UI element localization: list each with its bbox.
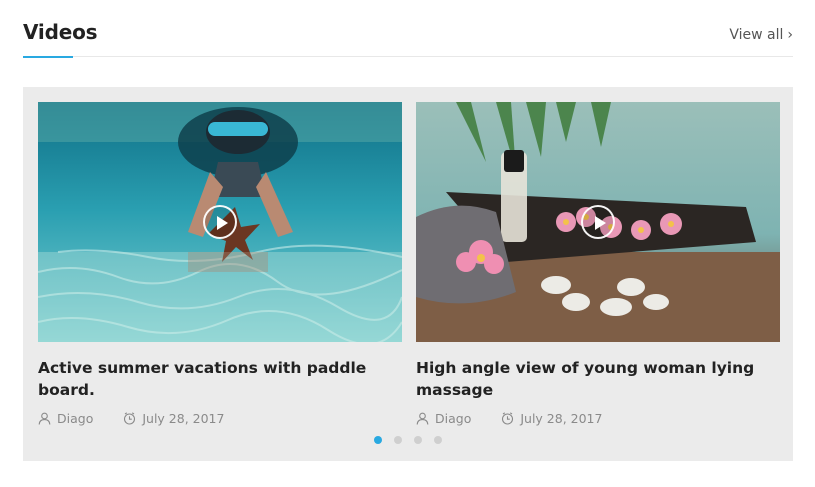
author-name[interactable]: Diago (435, 411, 471, 426)
section-header: Videos View all › (23, 18, 793, 58)
user-icon (38, 412, 51, 425)
header-divider (23, 56, 793, 57)
clock-icon (502, 412, 514, 425)
play-button[interactable] (581, 205, 615, 239)
view-all-label: View all (729, 27, 784, 43)
author-meta: Diago (416, 411, 471, 426)
carousel-dot[interactable] (414, 436, 422, 444)
view-all-link[interactable]: View all › (729, 27, 793, 43)
publish-date: July 28, 2017 (142, 411, 225, 426)
video-card: Active summer vacations with paddle boar… (38, 102, 402, 426)
carousel-pagination (23, 436, 793, 444)
publish-date: July 28, 2017 (520, 411, 603, 426)
video-title[interactable]: High angle view of young woman lying mas… (416, 357, 780, 401)
play-button[interactable] (203, 205, 237, 239)
date-meta: July 28, 2017 (123, 411, 224, 426)
video-title[interactable]: Active summer vacations with paddle boar… (38, 357, 402, 401)
author-meta: Diago (38, 411, 93, 426)
video-meta: Diago July 28, 2017 (38, 411, 402, 426)
section-title: Videos (23, 20, 98, 44)
video-card: High angle view of young woman lying mas… (416, 102, 780, 426)
clock-icon (124, 412, 136, 425)
video-thumbnail[interactable] (416, 102, 780, 342)
author-name[interactable]: Diago (57, 411, 93, 426)
title-accent-underline (23, 56, 73, 58)
carousel-dot[interactable] (374, 436, 382, 444)
video-thumbnail[interactable] (38, 102, 402, 342)
carousel-dot[interactable] (434, 436, 442, 444)
carousel-dot[interactable] (394, 436, 402, 444)
user-icon (416, 412, 429, 425)
date-meta: July 28, 2017 (501, 411, 602, 426)
video-carousel: Active summer vacations with paddle boar… (23, 87, 793, 461)
video-meta: Diago July 28, 2017 (416, 411, 780, 426)
chevron-right-icon: › (787, 27, 793, 43)
